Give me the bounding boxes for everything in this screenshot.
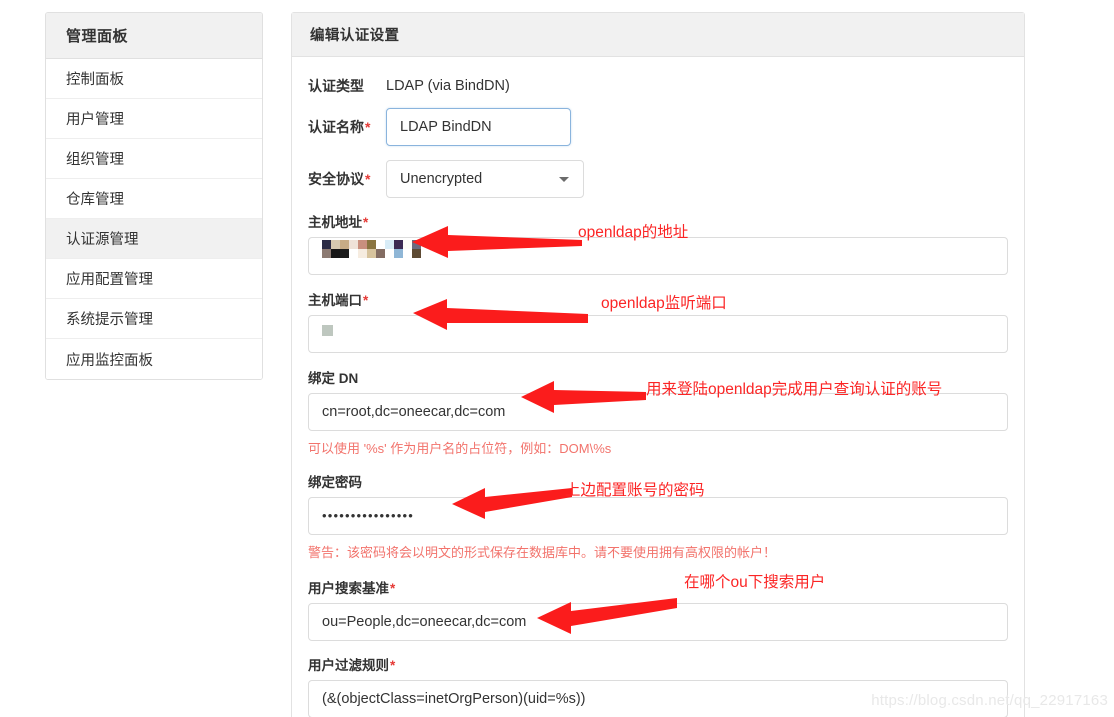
host-address-input[interactable] [308, 237, 1008, 275]
required-star: * [365, 171, 371, 187]
sidebar-item-label: 系统提示管理 [66, 312, 153, 328]
watermark: https://blog.csdn.net/qq_22917163 [871, 692, 1108, 709]
edit-auth-settings-panel: 编辑认证设置 认证类型 LDAP (via BindDN) 认证名称* LDAP… [291, 12, 1025, 717]
admin-sidebar: 管理面板 控制面板 用户管理 组织管理 仓库管理 认证源管理 应用配置管理 系统… [45, 12, 263, 380]
sidebar-item-label: 组织管理 [66, 152, 124, 168]
redacted-host-address [322, 240, 421, 258]
sidebar-item-label: 控制面板 [66, 72, 124, 88]
bind-password-input[interactable]: •••••••••••••••• [308, 497, 1008, 535]
user-filter-rule-label: 用户过滤规则* [308, 658, 396, 673]
auth-name-input[interactable]: LDAP BindDN [386, 108, 571, 146]
annotation-text-bind-dn: 用来登陆openldap完成用户查询认证的账号 [646, 381, 943, 398]
auth-type-label: 认证类型 [308, 78, 364, 94]
sidebar-item-user-management[interactable]: 用户管理 [46, 99, 262, 139]
sidebar-item-label: 仓库管理 [66, 192, 124, 208]
sidebar-item-control-panel[interactable]: 控制面板 [46, 59, 262, 99]
sidebar-item-label: 应用配置管理 [66, 272, 153, 288]
chevron-down-icon [559, 177, 569, 182]
required-star: * [363, 293, 369, 308]
auth-type-value: LDAP (via BindDN) [386, 78, 510, 94]
panel-title: 编辑认证设置 [292, 13, 1024, 57]
annotation-text-host-address: openldap的地址 [578, 224, 689, 241]
security-protocol-label: 安全协议* [308, 171, 371, 187]
annotation-text-host-port: openldap监听端口 [601, 295, 727, 312]
user-search-base-input[interactable]: ou=People,dc=oneecar,dc=com [308, 603, 1008, 641]
auth-name-label: 认证名称* [308, 119, 371, 135]
required-star: * [390, 581, 396, 596]
user-search-base-row: 用户搜索基准* ou=People,dc=oneecar,dc=com [308, 577, 1008, 641]
host-port-input[interactable] [308, 315, 1008, 353]
sidebar-item-app-config-management[interactable]: 应用配置管理 [46, 259, 262, 299]
sidebar-item-label: 应用监控面板 [66, 352, 153, 369]
required-star: * [363, 215, 369, 230]
required-star: * [390, 658, 396, 673]
security-protocol-row: 安全协议* Unencrypted [308, 153, 1008, 205]
sidebar-item-app-monitor-panel[interactable]: 应用监控面板 [46, 339, 262, 379]
user-search-base-label: 用户搜索基准* [308, 581, 396, 596]
sidebar-item-label: 用户管理 [66, 112, 124, 128]
redacted-host-port [322, 325, 333, 336]
sidebar-item-org-management[interactable]: 组织管理 [46, 139, 262, 179]
annotation-text-bind-password: 上边配置账号的密码 [565, 482, 705, 499]
sidebar-item-label: 认证源管理 [66, 232, 139, 248]
auth-name-row: 认证名称* LDAP BindDN [308, 101, 1008, 153]
sidebar-item-system-notice-management[interactable]: 系统提示管理 [46, 299, 262, 339]
security-protocol-select[interactable]: Unencrypted [386, 160, 584, 198]
bind-password-warning: 警告：该密码将会以明文的形式保存在数据库中。请不要使用拥有高权限的帐户！ [308, 545, 777, 560]
sidebar-item-auth-source-management[interactable]: 认证源管理 [46, 219, 262, 259]
security-protocol-value: Unencrypted [400, 171, 483, 187]
annotation-text-user-search-base: 在哪个ou下搜索用户 [684, 574, 826, 591]
sidebar-title: 管理面板 [46, 13, 262, 59]
auth-type-row: 认证类型 LDAP (via BindDN) [308, 71, 1008, 101]
bind-dn-hint: 可以使用 '%s' 作为用户名的占位符，例如：DOM\%s [308, 441, 612, 456]
page-root: 管理面板 控制面板 用户管理 组织管理 仓库管理 认证源管理 应用配置管理 系统… [0, 0, 1114, 717]
sidebar-item-repo-management[interactable]: 仓库管理 [46, 179, 262, 219]
required-star: * [365, 119, 371, 135]
